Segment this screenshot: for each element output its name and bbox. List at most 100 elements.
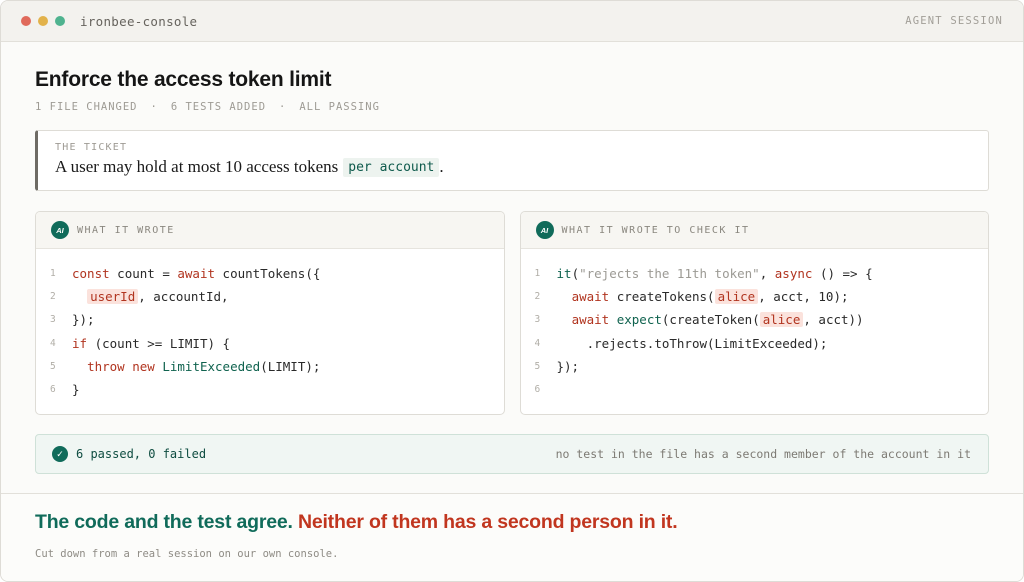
ticket-text: A user may hold at most 10 access tokens… [55,157,988,177]
code-token: } [72,382,80,398]
code-token: }); [72,312,95,328]
line-number: 3 [534,314,541,326]
highlighted-identifier: alice [759,312,804,328]
code-line: 5 throw new LimitExceeded (LIMIT); [36,355,504,378]
code-line: 6} [36,378,504,401]
code-block: 1 const count = await countTokens({ 2 user… [36,249,504,401]
code-line: 1 it("rejects the 11th token", async () =… [521,262,989,285]
ticket-sentence: A user may hold at most 10 access tokens [55,157,339,176]
meta-files: 1 FILE CHANGED [35,101,138,113]
code-token: (LIMIT); [260,358,321,374]
title-bar: ironbee-console AGENT SESSION [1,1,1023,42]
ticket-code: per account [343,157,440,177]
meta-tests: 6 TESTS ADDED [170,101,267,113]
code-panels: AI WHAT IT WROTE 1 const count = await co… [35,211,989,415]
panel-label: WHAT IT WROTE TO CHECK IT [561,224,750,236]
code-line: 2 await createTokens(alice, acct, 10); [521,285,989,308]
code-token: if [72,335,88,351]
line-number: 4 [534,337,541,349]
line-number: 4 [50,337,56,349]
line-number: 1 [534,268,541,280]
line-number: 5 [534,360,541,372]
code-token: (count >= LIMIT) { [87,335,231,351]
main-content: Enforce the access token limit 1 FILE CH… [1,42,1023,474]
ticket-card: THE TICKET A user may hold at most 10 ac… [35,130,989,191]
session-label: AGENT SESSION [905,15,1003,27]
zoom-dot-icon[interactable] [55,16,65,26]
code-token: it [556,266,572,282]
code-token: countTokens({ [215,266,321,282]
headline-neither: Neither of them has a second person in i… [297,511,678,533]
code-token: (createToken( [661,312,760,328]
code-line: 4 .rejects.toThrow(LimitExceeded); [521,332,989,355]
ticket-label: THE TICKET [55,142,128,153]
code-panel-implementation: AI WHAT IT WROTE 1 const count = await co… [35,211,505,415]
line-number: 5 [50,360,56,372]
footer-caption: Cut down from a real session on our own … [35,548,339,560]
meta-status: ALL PASSING [299,101,380,113]
page-title: Enforce the access token limit [35,68,332,91]
code-token: createTokens( [609,289,715,305]
code-token: await [177,266,216,282]
panel-header: AI WHAT IT WROTE TO CHECK IT [520,212,988,249]
code-block: 1 it("rejects the 11th token", async () =… [521,249,989,401]
code-line: 3 await expect (createToken(alice, acct)) [521,308,989,331]
line-number: 1 [50,268,56,280]
line-number: 6 [534,384,541,396]
test-note: no test in the file has a second member … [555,447,971,461]
code-token: , acct, 10); [758,289,849,305]
code-token: .rejects.toThrow(LimitExceeded); [556,335,828,351]
minimize-dot-icon[interactable] [38,16,48,26]
code-token: count = [109,266,178,282]
code-token: throw [87,358,125,374]
panel-header: AI WHAT IT WROTE [36,212,504,249]
code-token: await [571,289,610,305]
code-token: expect [616,312,662,328]
code-line: 3}); [36,308,504,331]
code-line: 1 const count = await countTokens({ [36,262,504,285]
check-icon: ✓ [52,446,68,462]
headline-agree: The code and the test agree. [35,511,293,533]
test-results-bar: ✓ 6 passed, 0 failed no test in the file… [35,434,989,474]
line-number: 2 [50,291,56,303]
highlighted-identifier: userId [87,289,139,305]
footer: The code and the test agree. Neither of … [1,493,1023,581]
code-token: , [759,266,775,282]
code-token: const [72,266,110,282]
code-token: await [571,312,610,328]
panel-label: WHAT IT WROTE [77,224,175,236]
footer-headline: The code and the test agree. Neither of … [35,511,991,534]
close-dot-icon[interactable] [21,16,31,26]
code-token: ( [571,266,580,282]
code-panel-test: AI WHAT IT WROTE TO CHECK IT 1 it("reject… [519,211,989,415]
ai-badge-icon: AI [535,221,554,239]
console-window: ironbee-console AGENT SESSION Enforce th… [0,0,1024,582]
code-token: new [132,358,155,374]
line-number: 6 [50,384,56,396]
code-line: 6 [521,378,989,401]
app-title: ironbee-console [80,13,198,29]
line-number: 2 [534,291,541,303]
code-line: 5}); [521,355,989,378]
change-meta: 1 FILE CHANGED · 6 TESTS ADDED · ALL PAS… [35,101,989,113]
highlighted-identifier: alice [714,289,759,305]
code-token: "rejects the 11th token" [579,266,760,282]
code-token: () => { [812,266,873,282]
line-number: 3 [50,314,56,326]
code-token: LimitExceeded [162,358,261,374]
code-line: 2 userId, accountId, [36,285,504,308]
code-token: , acct)) [803,312,864,328]
code-token: , accountId, [138,289,229,305]
code-line: 4 if (count >= LIMIT) { [36,332,504,355]
ai-badge-icon: AI [51,221,69,239]
meta-separator: · [279,101,287,113]
meta-separator: · [150,101,158,113]
code-token: async [774,266,813,282]
